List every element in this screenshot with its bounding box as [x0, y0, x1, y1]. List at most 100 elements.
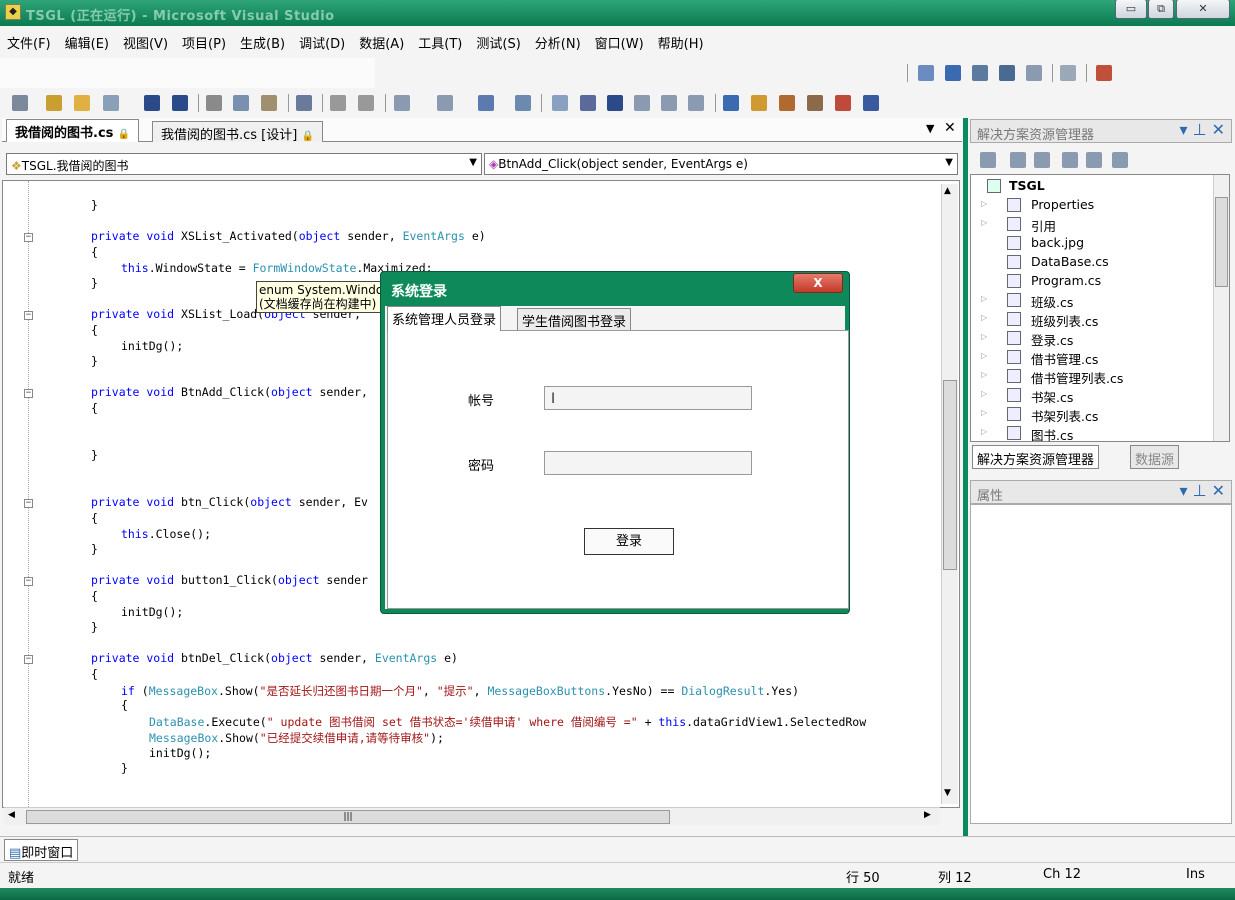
- menu-view[interactable]: 视图(V): [116, 26, 175, 52]
- dialog-close-button[interactable]: X: [793, 273, 843, 293]
- collapse-icon[interactable]: −: [24, 311, 33, 320]
- tab-immediate[interactable]: ▤即时窗口: [4, 839, 79, 861]
- cut-icon[interactable]: [206, 95, 222, 111]
- collapse-icon[interactable]: −: [24, 655, 33, 664]
- menu-project[interactable]: 项目(P): [175, 26, 233, 52]
- expand-icon[interactable]: ▷: [981, 370, 987, 379]
- expand-icon[interactable]: ▷: [981, 427, 987, 436]
- menu-file[interactable]: 文件(F): [0, 26, 58, 52]
- scroll-left-icon[interactable]: ◀: [8, 810, 15, 820]
- tab-student-login[interactable]: 学生借阅图书登录: [517, 308, 632, 330]
- uncomment-icon[interactable]: [661, 95, 677, 111]
- expand-icon[interactable]: ▷: [981, 199, 987, 208]
- close-button[interactable]: ✕: [1176, 0, 1230, 19]
- tree-item[interactable]: ▷ 图书.cs: [971, 424, 1211, 443]
- expand-icon[interactable]: ▷: [981, 313, 987, 322]
- password-input[interactable]: [544, 451, 752, 475]
- menu-tools[interactable]: 工具(T): [411, 26, 469, 52]
- step-icon[interactable]: [918, 65, 934, 81]
- new-project-icon[interactable]: [12, 95, 28, 111]
- window-icon[interactable]: [945, 65, 961, 81]
- expand-icon[interactable]: ▷: [981, 294, 987, 303]
- output-icon[interactable]: [863, 95, 879, 111]
- object-browser-icon[interactable]: [779, 95, 795, 111]
- tree-item[interactable]: ▷ 借书管理列表.cs: [971, 367, 1211, 386]
- tree-item[interactable]: Program.cs: [971, 272, 1211, 291]
- start-page-icon[interactable]: [835, 95, 851, 111]
- expand-icon[interactable]: ▷: [981, 218, 987, 227]
- panel-controls-icon[interactable]: ▾ ⊥ ✕: [1179, 481, 1225, 500]
- expand-icon[interactable]: ▷: [981, 332, 987, 341]
- tab-dropdown-icon[interactable]: ▼: [926, 122, 934, 135]
- toolbox-tools-icon[interactable]: [807, 95, 823, 111]
- outdent-icon[interactable]: [358, 95, 374, 111]
- tree-item[interactable]: ▷ 书架.cs: [971, 386, 1211, 405]
- scroll-thumb[interactable]: |||: [26, 810, 670, 824]
- scroll-thumb[interactable]: [943, 380, 957, 570]
- navigate-icon[interactable]: [478, 95, 494, 111]
- indent-icon[interactable]: [330, 95, 346, 111]
- start-icon[interactable]: [552, 95, 568, 111]
- tab-code[interactable]: 我借阅的图书.cs 🔒: [6, 119, 140, 142]
- tree-item[interactable]: ▷ 班级列表.cs: [971, 310, 1211, 329]
- refresh-icon[interactable]: [1034, 152, 1050, 168]
- tree-scrollbar[interactable]: [1213, 175, 1229, 441]
- login-button[interactable]: 登录: [584, 528, 674, 555]
- scroll-thumb[interactable]: [1215, 197, 1228, 287]
- tab-admin-login[interactable]: 系统管理人员登录: [387, 306, 502, 331]
- menu-debug[interactable]: 调试(D): [292, 26, 352, 52]
- tree-item[interactable]: ▷ 班级.cs: [971, 291, 1211, 310]
- scroll-right-icon[interactable]: ▶: [924, 810, 931, 820]
- menu-data[interactable]: 数据(A): [352, 26, 411, 52]
- tree-item[interactable]: ▷ Properties: [971, 196, 1211, 215]
- expand-icon[interactable]: ▷: [981, 389, 987, 398]
- collapse-icon[interactable]: −: [24, 233, 33, 242]
- scroll-down-icon[interactable]: ▼: [944, 788, 951, 798]
- tree-item[interactable]: ▷ 引用: [971, 215, 1211, 234]
- collapse-icon[interactable]: −: [24, 577, 33, 586]
- menu-analyze[interactable]: 分析(N): [528, 26, 588, 52]
- paste-icon[interactable]: [261, 95, 277, 111]
- comment-icon[interactable]: [634, 95, 650, 111]
- navigate-forward-icon[interactable]: [515, 95, 531, 111]
- stop-icon[interactable]: [607, 95, 623, 111]
- show-all-files-icon[interactable]: [1010, 152, 1026, 168]
- properties-grid[interactable]: [970, 504, 1232, 824]
- redo-icon[interactable]: [437, 95, 453, 111]
- tree-item[interactable]: ▷ 书架列表.cs: [971, 405, 1211, 424]
- tree-item[interactable]: DataBase.cs: [971, 253, 1211, 272]
- minimize-button[interactable]: ▭: [1115, 0, 1147, 19]
- menu-edit[interactable]: 编辑(E): [58, 26, 116, 52]
- tree-item[interactable]: ▷ 借书管理.cs: [971, 348, 1211, 367]
- menu-build[interactable]: 生成(B): [233, 26, 292, 52]
- editor-vertical-scrollbar[interactable]: ▲ ▼: [941, 184, 958, 804]
- bookmark-icon[interactable]: [688, 95, 704, 111]
- class-combo[interactable]: ❖TSGL.我借阅的图书 ▼: [6, 153, 482, 175]
- save-all-icon[interactable]: [172, 95, 188, 111]
- expand-icon[interactable]: ▷: [981, 408, 987, 417]
- scroll-up-icon[interactable]: ▲: [944, 186, 951, 196]
- copy-icon[interactable]: [233, 95, 249, 111]
- class-diagram-icon[interactable]: [1112, 152, 1128, 168]
- solution-explorer-icon[interactable]: [723, 95, 739, 111]
- view-designer-icon[interactable]: [1086, 152, 1102, 168]
- properties-icon[interactable]: [751, 95, 767, 111]
- menu-window[interactable]: 窗口(W): [588, 26, 651, 52]
- toolbox-icon[interactable]: [1096, 65, 1112, 81]
- list2-icon[interactable]: [999, 65, 1015, 81]
- tab-designer[interactable]: 我借阅的图书.cs [设计] 🔒: [152, 121, 323, 143]
- menu-help[interactable]: 帮助(H): [651, 26, 711, 52]
- panel-controls-icon[interactable]: ▾ ⊥ ✕: [1179, 120, 1225, 139]
- add-item-icon[interactable]: [46, 95, 62, 111]
- properties-icon[interactable]: [980, 152, 996, 168]
- tab-data-sources[interactable]: 数据源: [1130, 445, 1180, 469]
- tree-item[interactable]: ▷ 登录.cs: [971, 329, 1211, 348]
- view-code-icon[interactable]: [1062, 152, 1078, 168]
- close-doc-icon[interactable]: ✕: [944, 120, 956, 136]
- pointer-icon[interactable]: [1060, 65, 1076, 81]
- find-icon[interactable]: [296, 95, 312, 111]
- member-combo[interactable]: ◈BtnAdd_Click(object sender, EventArgs e…: [484, 153, 958, 175]
- tree-item[interactable]: back.jpg: [971, 234, 1211, 253]
- save-icon[interactable]: [144, 95, 160, 111]
- collapse-icon[interactable]: −: [24, 389, 33, 398]
